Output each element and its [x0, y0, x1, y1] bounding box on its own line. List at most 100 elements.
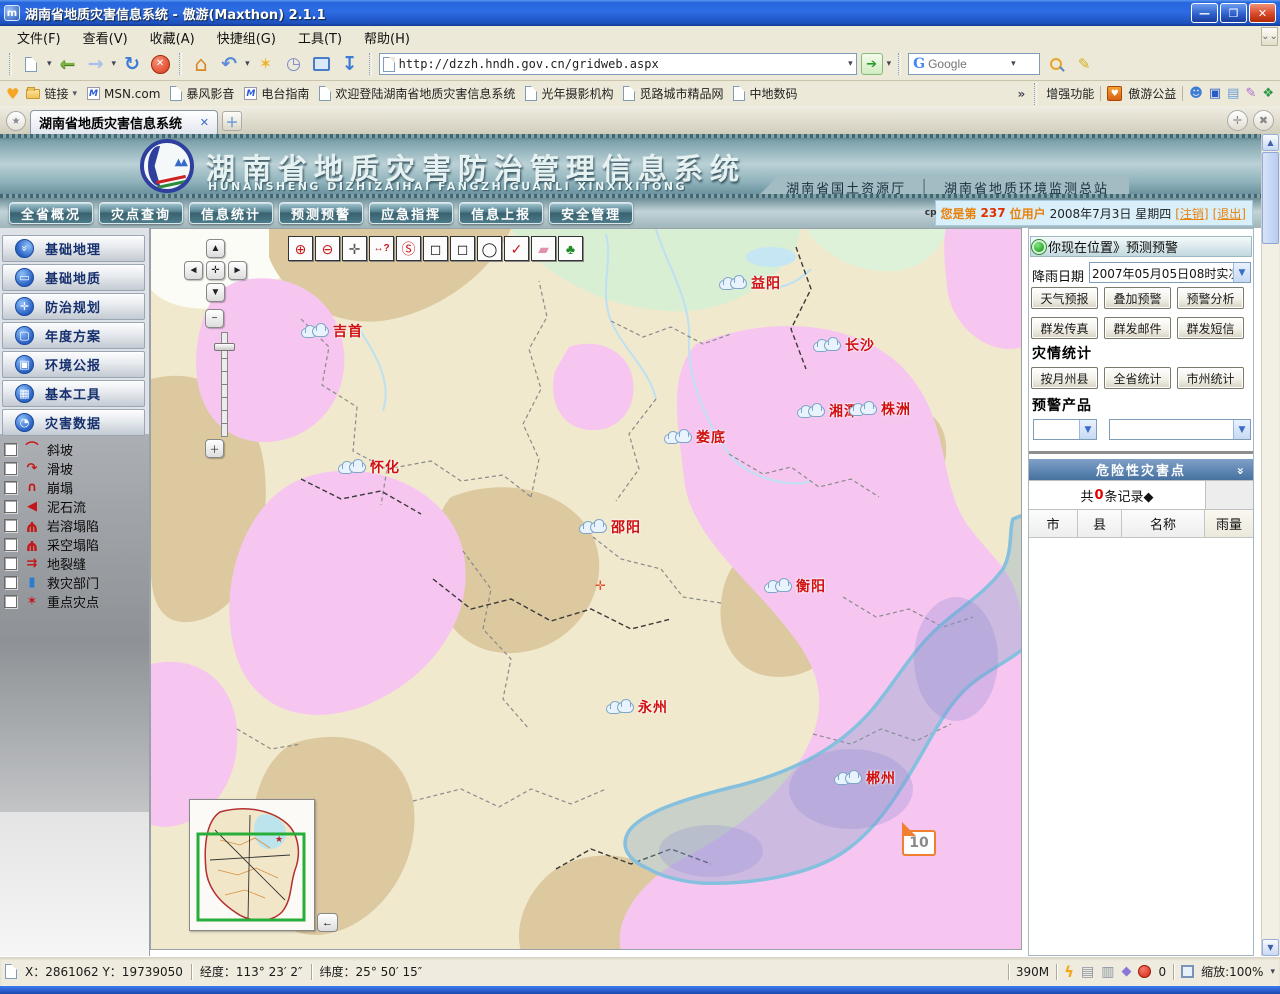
- nav-tab-信息统计[interactable]: 信息统计: [189, 202, 273, 224]
- undo-caret-icon[interactable]: ▾: [245, 59, 250, 69]
- charity-icon[interactable]: ♥: [1107, 86, 1122, 101]
- notes-icon[interactable]: ▤: [1227, 86, 1239, 101]
- sidebar-group-基础地质[interactable]: ▭基础地质: [2, 264, 145, 291]
- map-canvas[interactable]: ⊕⊖✛↔?Ⓢ◻◻◯✓▰♣ ▲ ◄ ✛ ► ▼ − ＋ 吉首益阳长沙湘潭株洲娄底怀…: [150, 228, 1022, 950]
- rain-date-select[interactable]: 2007年05月05日08时实况 ▼: [1089, 262, 1251, 283]
- zoom-out-slider-button[interactable]: −: [205, 309, 224, 328]
- address-input[interactable]: [399, 57, 844, 71]
- nav-tab-全省概况[interactable]: 全省概况: [9, 202, 93, 224]
- bookmarks-overflow-chevron[interactable]: »: [1017, 87, 1025, 101]
- forward-button[interactable]: →: [84, 51, 108, 77]
- bookmark-觅路城市精品网[interactable]: 觅路城市精品网: [618, 83, 728, 104]
- sidebar-group-基本工具[interactable]: ▦基本工具: [2, 380, 145, 407]
- search-input[interactable]: [928, 57, 1008, 71]
- printer-icon[interactable]: ▤: [1081, 964, 1094, 980]
- toolbar-grip[interactable]: [369, 53, 372, 75]
- nav-tab-灾点查询[interactable]: 灾点查询: [99, 202, 183, 224]
- minimap-collapse-button[interactable]: ←: [317, 913, 338, 932]
- map-tool-zoom-out[interactable]: ⊖: [315, 236, 340, 261]
- layer-checkbox[interactable]: [4, 538, 17, 551]
- warning-flag-marker[interactable]: 10: [902, 830, 936, 856]
- enhance-features-button[interactable]: 增强功能: [1046, 85, 1094, 102]
- toolbar-grip[interactable]: [9, 53, 12, 75]
- map-tool-zoom-in[interactable]: ⊕: [288, 236, 313, 261]
- panel-button-按月州县[interactable]: 按月州县: [1031, 367, 1098, 389]
- undo-button[interactable]: ↶: [217, 51, 241, 77]
- search-box[interactable]: G ▾: [908, 53, 1040, 75]
- panel-button-叠加预警[interactable]: 叠加预警: [1104, 287, 1171, 309]
- panel-button-全省统计[interactable]: 全省统计: [1104, 367, 1171, 389]
- nav-tab-安全管理[interactable]: 安全管理: [549, 202, 633, 224]
- menu-item-4[interactable]: 工具(T): [287, 26, 353, 49]
- sidebar-group-防治规划[interactable]: ✛防治规划: [2, 293, 145, 320]
- layer-checkbox[interactable]: [4, 481, 17, 494]
- window-panel-icon[interactable]: ▣: [1209, 86, 1221, 101]
- charity-button[interactable]: 傲游公益: [1128, 85, 1176, 102]
- go-caret-icon[interactable]: ▾: [887, 59, 892, 69]
- toolbar-grip[interactable]: [898, 53, 901, 75]
- sidebar-group-基础地理[interactable]: »基础地理: [2, 235, 145, 262]
- refresh-button[interactable]: ↻: [120, 51, 144, 77]
- split-window-button[interactable]: [310, 51, 334, 77]
- nav-tab-预测预警[interactable]: 预测预警: [279, 202, 363, 224]
- resize-window-icon[interactable]: [1181, 965, 1194, 978]
- menu-item-2[interactable]: 收藏(A): [139, 26, 206, 49]
- exit-link[interactable]: [退出]: [1213, 205, 1246, 222]
- scroll-down-arrow-icon[interactable]: ▼: [1262, 939, 1279, 956]
- history-caret-icon[interactable]: ▾: [112, 59, 117, 69]
- bookmark-电台指南[interactable]: M电台指南: [239, 83, 314, 104]
- maxthon-heart-icon[interactable]: ♥: [6, 85, 19, 103]
- back-button[interactable]: ←: [56, 51, 80, 77]
- map-tool-clip-rect[interactable]: ◻: [450, 236, 475, 261]
- pan-center-button[interactable]: ✛: [206, 261, 225, 280]
- restore-button[interactable]: ❐: [1220, 3, 1247, 23]
- product-select-1[interactable]: ▼: [1033, 419, 1097, 440]
- pan-up-button[interactable]: ▲: [206, 239, 225, 258]
- bookmark-MSN.com[interactable]: MMSN.com: [82, 85, 165, 103]
- menu-item-5[interactable]: 帮助(H): [353, 26, 421, 49]
- layer-checkbox[interactable]: [4, 576, 17, 589]
- pens-icon[interactable]: ✎: [1245, 86, 1256, 101]
- highlighter-button[interactable]: ✎: [1072, 51, 1096, 77]
- menu-item-3[interactable]: 快捷组(G): [206, 26, 287, 49]
- nav-tab-信息上报[interactable]: 信息上报: [459, 202, 543, 224]
- nav-tab-应急指挥[interactable]: 应急指挥: [369, 202, 453, 224]
- bookmark-链接[interactable]: 链接▾: [21, 83, 82, 104]
- search-caret-icon[interactable]: ▾: [1011, 59, 1016, 69]
- map-tool-draw-point[interactable]: ✓: [504, 236, 529, 261]
- favorites-star-icon[interactable]: ★: [6, 111, 26, 131]
- map-tool-measure-distance[interactable]: ↔?: [369, 236, 394, 261]
- download-button[interactable]: ↧: [338, 51, 362, 77]
- diamond-icon[interactable]: ◆: [1121, 964, 1131, 979]
- map-tool-eraser[interactable]: ▰: [531, 236, 556, 261]
- messenger-icon[interactable]: ☻: [1189, 86, 1203, 101]
- map-tool-full-extent[interactable]: ♣: [558, 236, 583, 261]
- map-tool-measure-scale[interactable]: Ⓢ: [396, 236, 421, 261]
- close-button[interactable]: ✕: [1249, 3, 1276, 23]
- home-button[interactable]: ⌂: [189, 51, 213, 77]
- menu-item-0[interactable]: 文件(F): [6, 26, 72, 49]
- link-geo-environment[interactable]: 湖南省地质环境监测总站: [944, 178, 1109, 197]
- history-clock-button[interactable]: ◷: [282, 51, 306, 77]
- vertical-scrollbar[interactable]: ▲ ▼: [1261, 134, 1279, 956]
- address-caret-icon[interactable]: ▾: [848, 59, 853, 69]
- overview-minimap[interactable]: ★: [189, 799, 315, 931]
- sidebar-group-环境公报[interactable]: ▣环境公报: [2, 351, 145, 378]
- zoom-caret-icon[interactable]: ▾: [1270, 967, 1275, 977]
- new-page-button[interactable]: [19, 51, 43, 77]
- skin-icon[interactable]: ❖: [1262, 86, 1274, 101]
- bookmark-光年摄影机构[interactable]: 光年摄影机构: [520, 83, 618, 104]
- notepad-icon[interactable]: ▥: [1101, 964, 1114, 980]
- panel-button-预警分析[interactable]: 预警分析: [1177, 287, 1244, 309]
- layer-checkbox[interactable]: [4, 557, 17, 570]
- toolbar-grip[interactable]: [1034, 83, 1037, 105]
- bookmark-欢迎登陆湖南省地质灾害信息系统[interactable]: 欢迎登陆湖南省地质灾害信息系统: [314, 83, 520, 104]
- new-page-caret-icon[interactable]: ▾: [47, 59, 52, 69]
- zoom-slider-handle[interactable]: [214, 343, 235, 351]
- search-go-button[interactable]: [1044, 51, 1068, 77]
- tab-close-icon[interactable]: ✕: [200, 116, 209, 129]
- pan-left-button[interactable]: ◄: [184, 261, 203, 280]
- tab-close-all-icon[interactable]: ✖: [1253, 110, 1274, 131]
- address-bar[interactable]: ▾: [379, 53, 857, 75]
- menu-overflow-chevron-icon[interactable]: ⌄⌄: [1261, 27, 1278, 46]
